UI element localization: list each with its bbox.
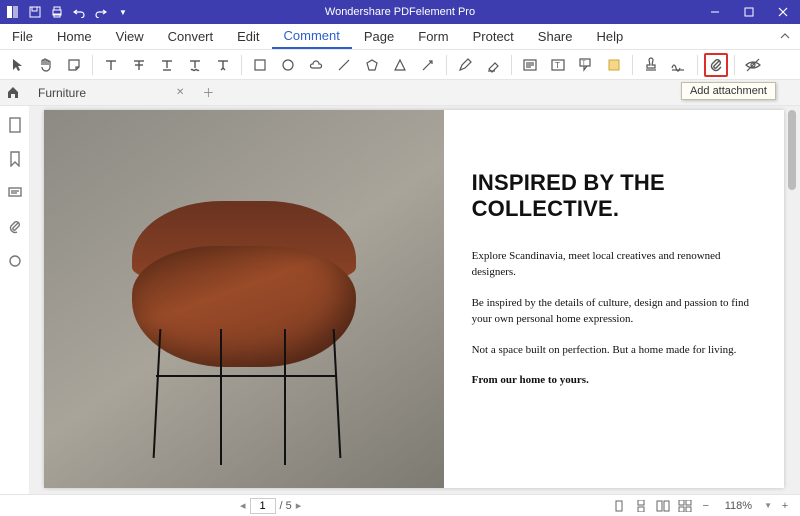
bookmarks-panel-icon[interactable] — [6, 150, 24, 168]
next-page-icon[interactable]: ▸ — [296, 499, 302, 512]
document-paragraph-3: Not a space built on perfection. But a h… — [472, 342, 754, 359]
signature-tool-icon[interactable] — [667, 53, 691, 77]
underline-tool-icon[interactable] — [155, 53, 179, 77]
save-icon[interactable] — [28, 5, 42, 19]
document-canvas[interactable]: INSPIRED BY THE COLLECTIVE. Explore Scan… — [30, 106, 800, 494]
attachment-tool-icon[interactable] — [704, 53, 728, 77]
attachment-tooltip: Add attachment — [681, 82, 776, 100]
select-tool-icon[interactable] — [6, 53, 30, 77]
document-paragraph-1: Explore Scandinavia, meet local creative… — [472, 248, 754, 281]
menu-help[interactable]: Help — [585, 24, 636, 49]
text-box-icon[interactable]: T — [546, 53, 570, 77]
hand-tool-icon[interactable] — [34, 53, 58, 77]
pencil-tool-icon[interactable] — [453, 53, 477, 77]
document-headline: INSPIRED BY THE COLLECTIVE. — [472, 170, 754, 222]
comment-toolbar: T T — [0, 50, 800, 80]
arrow-shape-icon[interactable] — [416, 53, 440, 77]
line-shape-icon[interactable] — [332, 53, 356, 77]
sticky-note-icon[interactable] — [62, 53, 86, 77]
document-paragraph-2: Be inspired by the details of culture, d… — [472, 295, 754, 328]
polygon-shape-icon[interactable] — [360, 53, 384, 77]
document-tab-label: Furniture — [38, 86, 86, 100]
hide-annotations-icon[interactable] — [741, 53, 765, 77]
zoom-in-icon[interactable]: + — [778, 500, 792, 512]
close-button[interactable] — [766, 0, 800, 24]
svg-text:T: T — [582, 61, 586, 67]
menu-share[interactable]: Share — [526, 24, 585, 49]
menu-page[interactable]: Page — [352, 24, 406, 49]
connected-lines-icon[interactable] — [388, 53, 412, 77]
area-highlight-icon[interactable] — [602, 53, 626, 77]
continuous-view-icon[interactable] — [633, 499, 649, 513]
zoom-level-label: 118% — [725, 500, 752, 512]
menu-edit[interactable]: Edit — [225, 24, 271, 49]
left-sidebar — [0, 106, 30, 494]
text-callout-icon[interactable]: T — [574, 53, 598, 77]
collapse-ribbon-icon[interactable] — [770, 29, 800, 44]
zoom-out-icon[interactable]: − — [699, 500, 713, 512]
status-bar: ◂ / 5 ▸ − 118% ▼ + — [0, 494, 800, 516]
title-bar: ▼ Wondershare PDFelement Pro — [0, 0, 800, 24]
close-tab-icon[interactable]: ✕ — [176, 87, 184, 98]
vertical-scrollbar[interactable] — [788, 110, 796, 190]
search-panel-icon[interactable] — [6, 252, 24, 270]
chair-photo — [44, 110, 444, 488]
text-comment-icon[interactable] — [518, 53, 542, 77]
page-total-label: / 5 — [280, 500, 292, 512]
two-page-view-icon[interactable] — [655, 499, 671, 513]
menu-convert[interactable]: Convert — [156, 24, 226, 49]
rectangle-shape-icon[interactable] — [248, 53, 272, 77]
home-tab-icon[interactable] — [6, 85, 22, 101]
redo-icon[interactable] — [94, 5, 108, 19]
squiggly-tool-icon[interactable] — [183, 53, 207, 77]
eraser-tool-icon[interactable] — [481, 53, 505, 77]
single-page-view-icon[interactable] — [611, 499, 627, 513]
attachments-panel-icon[interactable] — [6, 218, 24, 236]
zoom-dropdown-icon[interactable]: ▼ — [764, 501, 772, 510]
minimize-button[interactable] — [698, 0, 732, 24]
menu-home[interactable]: Home — [45, 24, 104, 49]
pdf-page: INSPIRED BY THE COLLECTIVE. Explore Scan… — [44, 110, 784, 488]
menu-protect[interactable]: Protect — [461, 24, 526, 49]
document-paragraph-4: From our home to yours. — [472, 372, 754, 389]
menu-file[interactable]: File — [0, 24, 45, 49]
menu-form[interactable]: Form — [406, 24, 460, 49]
svg-text:T: T — [555, 61, 560, 70]
menu-bar: File Home View Convert Edit Comment Page… — [0, 24, 800, 50]
document-tab[interactable]: Furniture ✕ — [32, 86, 190, 100]
thumbnails-panel-icon[interactable] — [6, 116, 24, 134]
comments-panel-icon[interactable] — [6, 184, 24, 202]
menu-comment[interactable]: Comment — [272, 24, 352, 49]
caret-tool-icon[interactable] — [211, 53, 235, 77]
cloud-shape-icon[interactable] — [304, 53, 328, 77]
print-icon[interactable] — [50, 5, 64, 19]
qat-dropdown-icon[interactable]: ▼ — [116, 5, 130, 19]
menu-view[interactable]: View — [104, 24, 156, 49]
strikeout-tool-icon[interactable] — [127, 53, 151, 77]
stamp-tool-icon[interactable] — [639, 53, 663, 77]
add-tab-icon[interactable]: ＋ — [202, 84, 214, 101]
page-number-input[interactable] — [250, 498, 276, 514]
prev-page-icon[interactable]: ◂ — [240, 499, 246, 512]
undo-icon[interactable] — [72, 5, 86, 19]
two-page-continuous-icon[interactable] — [677, 499, 693, 513]
app-logo-icon — [6, 5, 20, 19]
oval-shape-icon[interactable] — [276, 53, 300, 77]
highlight-tool-icon[interactable] — [99, 53, 123, 77]
maximize-button[interactable] — [732, 0, 766, 24]
